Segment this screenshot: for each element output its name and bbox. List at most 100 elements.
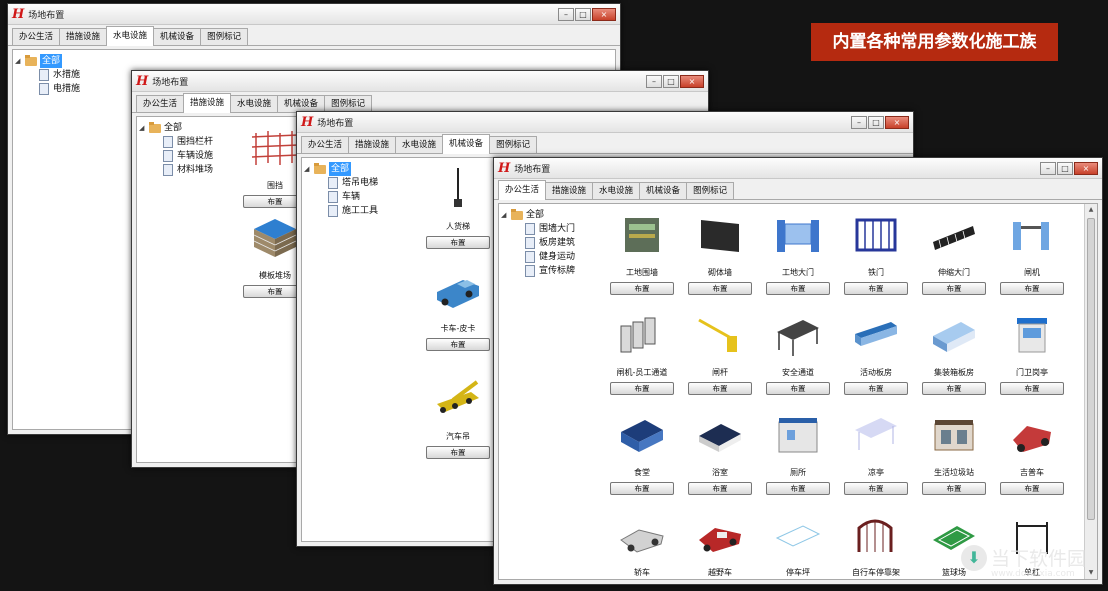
minimize-button[interactable]: – — [851, 115, 867, 129]
staff-gate-icon — [620, 317, 656, 353]
minimize-button[interactable]: – — [558, 7, 574, 21]
tab-legend[interactable]: 图例标记 — [200, 28, 249, 45]
tree-root[interactable]: ◢ 全部 — [15, 54, 125, 68]
minimize-button[interactable]: – — [1040, 161, 1056, 175]
scroll-up-arrow-icon[interactable]: ▲ — [1085, 204, 1097, 216]
tab-water-electric[interactable]: 水电设施 — [592, 182, 641, 199]
tab-machinery[interactable]: 机械设备 — [277, 95, 326, 112]
minimize-button[interactable]: – — [646, 74, 662, 88]
maximize-button[interactable]: □ — [868, 115, 884, 129]
pickup-truck-icon — [437, 280, 479, 308]
tab-legend[interactable]: 图例标记 — [686, 182, 735, 199]
collapse-arrow-icon[interactable]: ◢ — [304, 162, 314, 176]
component-card: 伸缩大门 布置 — [921, 212, 987, 295]
place-button[interactable]: 布置 — [610, 382, 674, 395]
close-button[interactable]: × — [885, 115, 909, 129]
tree-item[interactable]: 水措施 — [15, 68, 125, 82]
component-label: 工地围墙 — [626, 268, 658, 277]
place-button[interactable]: 布置 — [844, 482, 908, 495]
place-button[interactable]: 布置 — [766, 482, 830, 495]
scroll-down-arrow-icon[interactable]: ▼ — [1085, 567, 1097, 579]
tree-item[interactable]: 围墙大门 — [501, 222, 609, 236]
tree-item[interactable]: 围挡栏杆 — [139, 135, 237, 149]
place-button[interactable]: 布置 — [426, 236, 490, 249]
tree-item-label: 车辆设施 — [177, 151, 214, 161]
tree-item[interactable]: 板房建筑 — [501, 236, 609, 250]
title-bar[interactable]: H 场地布置 – □ × — [132, 71, 708, 92]
place-button[interactable]: 布置 — [688, 282, 752, 295]
place-button[interactable]: 布置 — [1000, 282, 1064, 295]
tree-root[interactable]: ◢ 全部 — [304, 162, 412, 176]
place-button[interactable]: 布置 — [922, 482, 986, 495]
place-button[interactable]: 布置 — [610, 482, 674, 495]
tab-water-electric[interactable]: 水电设施 — [395, 136, 444, 153]
place-button[interactable]: 布置 — [766, 382, 830, 395]
tree-item[interactable]: 宣传标牌 — [501, 264, 609, 278]
app-logo-icon: H — [136, 73, 149, 89]
tab-machinery[interactable]: 机械设备 — [639, 182, 688, 199]
tab-bar: 办公生活 措施设施 水电设施 机械设备 图例标记 — [132, 92, 708, 113]
place-button[interactable]: 布置 — [922, 282, 986, 295]
place-button[interactable]: 布置 — [426, 446, 490, 459]
title-bar[interactable]: H 场地布置 – □ × — [494, 158, 1102, 179]
component-label: 铁门 — [868, 268, 884, 277]
folder-icon — [25, 54, 37, 66]
component-label: 吉普车 — [1020, 468, 1044, 477]
place-button[interactable]: 布置 — [1000, 482, 1064, 495]
place-button[interactable]: 布置 — [922, 382, 986, 395]
tab-machinery[interactable]: 机械设备 — [442, 134, 491, 154]
place-button[interactable]: 布置 — [844, 282, 908, 295]
close-button[interactable]: × — [680, 74, 704, 88]
tab-office[interactable]: 办公生活 — [12, 28, 61, 45]
collapse-arrow-icon[interactable]: ◢ — [139, 121, 149, 135]
tab-water-electric[interactable]: 水电设施 — [230, 95, 279, 112]
tree-item[interactable]: 电措施 — [15, 82, 125, 96]
component-label: 闸机-员工通道 — [616, 368, 668, 377]
tree-item[interactable]: 健身运动 — [501, 250, 609, 264]
title-bar[interactable]: H 场地布置 – □ × — [8, 4, 620, 25]
tab-legend[interactable]: 图例标记 — [324, 95, 373, 112]
suv-icon — [699, 528, 741, 552]
component-card: 自行车停靠架 — [843, 512, 909, 578]
vertical-scrollbar[interactable]: ▲ ▼ — [1084, 204, 1097, 579]
collapse-arrow-icon[interactable]: ◢ — [501, 208, 511, 222]
tree-item[interactable]: 施工工具 — [304, 204, 412, 218]
close-button[interactable]: × — [1074, 161, 1098, 175]
place-button[interactable]: 布置 — [1000, 382, 1064, 395]
wall-icon — [625, 218, 659, 252]
place-button[interactable]: 布置 — [844, 382, 908, 395]
tree-root[interactable]: ◢ 全部 — [139, 121, 237, 135]
tree-root[interactable]: ◢ 全部 — [501, 208, 609, 222]
tab-measures[interactable]: 措施设施 — [183, 93, 232, 113]
collapse-arrow-icon[interactable]: ◢ — [15, 54, 25, 68]
tree-item-label: 电措施 — [53, 84, 81, 94]
tab-legend[interactable]: 图例标记 — [489, 136, 538, 153]
place-button[interactable]: 布置 — [610, 282, 674, 295]
maximize-button[interactable]: □ — [663, 74, 679, 88]
tree-item[interactable]: 车辆设施 — [139, 149, 237, 163]
tab-measures[interactable]: 措施设施 — [545, 182, 594, 199]
maximize-button[interactable]: □ — [1057, 161, 1073, 175]
doc-icon — [525, 237, 535, 249]
jeep-icon — [1013, 426, 1051, 452]
tab-machinery[interactable]: 机械设备 — [153, 28, 202, 45]
tree-item-label: 宣传标牌 — [539, 266, 576, 276]
tree-item[interactable]: 塔吊电梯 — [304, 176, 412, 190]
place-button[interactable]: 布置 — [766, 282, 830, 295]
close-button[interactable]: × — [592, 7, 616, 21]
maximize-button[interactable]: □ — [575, 7, 591, 21]
place-button[interactable]: 布置 — [688, 482, 752, 495]
tab-measures[interactable]: 措施设施 — [59, 28, 108, 45]
tree-item[interactable]: 车辆 — [304, 190, 412, 204]
tab-office[interactable]: 办公生活 — [136, 95, 185, 112]
component-card: 工地大门 布置 — [765, 212, 831, 295]
place-button[interactable]: 布置 — [426, 338, 490, 351]
place-button[interactable]: 布置 — [688, 382, 752, 395]
tab-office[interactable]: 办公生活 — [498, 180, 547, 200]
tree-item[interactable]: 材料堆场 — [139, 163, 237, 177]
tab-water-electric[interactable]: 水电设施 — [106, 26, 155, 46]
tab-office[interactable]: 办公生活 — [301, 136, 350, 153]
scroll-thumb[interactable] — [1087, 218, 1095, 520]
title-bar[interactable]: H 场地布置 – □ × — [297, 112, 913, 133]
tab-measures[interactable]: 措施设施 — [348, 136, 397, 153]
